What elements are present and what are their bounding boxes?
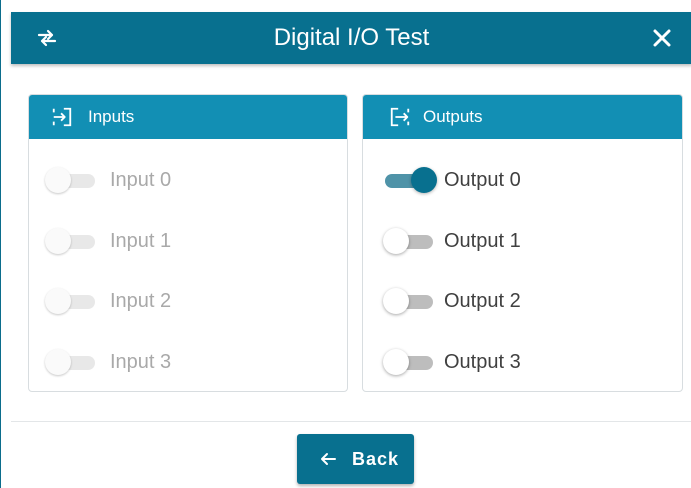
back-button-label: Back xyxy=(352,449,400,469)
outputs-panel-header: Outputs xyxy=(363,95,682,139)
toggle-knob xyxy=(383,288,409,314)
output-2-label[interactable]: Output 2 xyxy=(444,280,521,322)
input-row-3: Input 3 xyxy=(29,341,347,381)
input-1-label: Input 1 xyxy=(110,230,172,252)
output-2-toggle[interactable] xyxy=(383,288,439,314)
input-2-toggle xyxy=(45,288,101,314)
title-bar: Digital I/O Test xyxy=(11,12,691,64)
toggle-knob xyxy=(45,349,71,375)
output-row-3[interactable]: Output 3 xyxy=(363,341,682,381)
output-1-toggle[interactable] xyxy=(383,228,439,254)
input-row-1: Input 1 xyxy=(29,220,347,260)
output-row-0[interactable]: Output 0 xyxy=(363,159,682,199)
toggle-knob xyxy=(45,228,71,254)
close-icon[interactable] xyxy=(650,26,674,50)
outputs-panel-title: Outputs xyxy=(423,107,483,126)
output-0-label[interactable]: Output 0 xyxy=(444,159,521,201)
toggle-knob xyxy=(411,167,437,193)
output-3-label[interactable]: Output 3 xyxy=(444,341,521,383)
input-3-label: Input 3 xyxy=(110,351,172,373)
input-row-0: Input 0 xyxy=(29,159,347,199)
dialog-title: Digital I/O Test xyxy=(273,24,430,51)
arrow-left-icon xyxy=(321,453,336,465)
output-icon xyxy=(390,107,410,127)
output-0-toggle[interactable] xyxy=(383,167,439,193)
input-1-toggle xyxy=(45,228,101,254)
output-row-2[interactable]: Output 2 xyxy=(363,280,682,320)
output-1-label[interactable]: Output 1 xyxy=(444,220,521,262)
input-0-label: Input 0 xyxy=(110,169,172,191)
toggle-knob xyxy=(383,349,409,375)
input-row-2: Input 2 xyxy=(29,280,347,320)
input-icon xyxy=(52,107,72,127)
input-3-toggle xyxy=(45,349,101,375)
outputs-panel: Outputs Output 0 Output 1 Output 2 Outpu… xyxy=(362,94,683,392)
output-3-toggle[interactable] xyxy=(383,349,439,375)
back-button[interactable]: Back xyxy=(297,434,414,484)
inputs-panel-header: Inputs xyxy=(29,95,347,139)
inputs-panel-title: Inputs xyxy=(88,107,135,126)
toggle-knob xyxy=(45,167,71,193)
toggle-knob xyxy=(383,228,409,254)
footer-divider xyxy=(11,421,691,422)
digital-io-dialog: Digital I/O Test Inputs Input 0 Input 1 … xyxy=(0,0,691,488)
input-2-label: Input 2 xyxy=(110,290,172,312)
inputs-panel: Inputs Input 0 Input 1 Input 2 Input 3 xyxy=(28,94,348,392)
toggle-knob xyxy=(45,288,71,314)
input-0-toggle xyxy=(45,167,101,193)
output-row-1[interactable]: Output 1 xyxy=(363,220,682,260)
